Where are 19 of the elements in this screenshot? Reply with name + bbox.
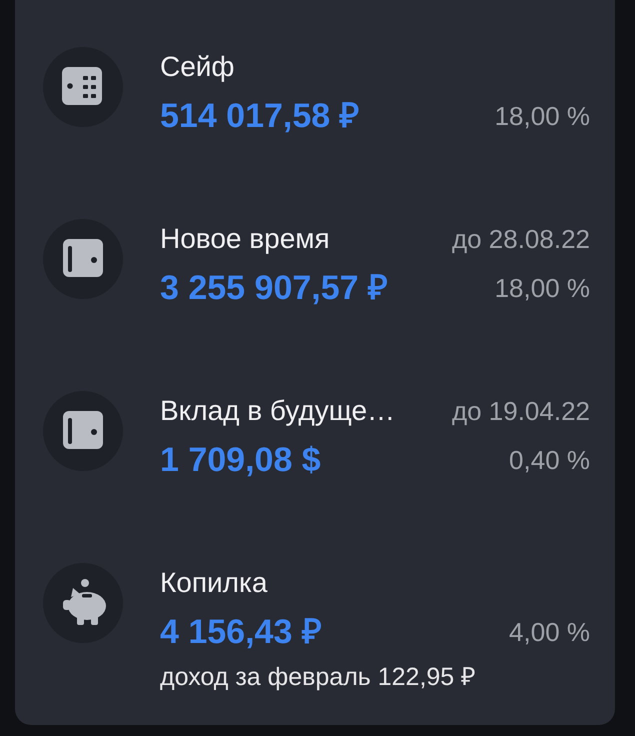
account-name: Новое время [160, 222, 330, 256]
piggy-bank-icon [43, 563, 123, 643]
account-balance: 4 156,43 ₽ [160, 612, 322, 652]
account-name: Вклад в будуще… [160, 394, 396, 428]
deposit-end-date: до 19.04.22 [452, 395, 590, 428]
interest-rate: 0,40 % [509, 444, 590, 477]
interest-rate: 18,00 % [494, 100, 590, 133]
account-balance: 514 017,58 ₽ [160, 96, 360, 136]
deposit-end-date: до 28.08.22 [452, 223, 590, 256]
monthly-income-note: доход за февраль 122,95 ₽ [160, 662, 476, 692]
interest-rate: 4,00 % [509, 616, 590, 649]
interest-rate: 18,00 % [494, 272, 590, 305]
account-balance: 1 709,08 $ [160, 440, 321, 480]
account-name: Копилка [160, 566, 268, 600]
account-name: Сейф [160, 50, 234, 84]
safe-door-icon [43, 391, 123, 471]
safe-keypad-icon [43, 47, 123, 127]
safe-door-icon [43, 219, 123, 299]
account-balance: 3 255 907,57 ₽ [160, 268, 388, 308]
